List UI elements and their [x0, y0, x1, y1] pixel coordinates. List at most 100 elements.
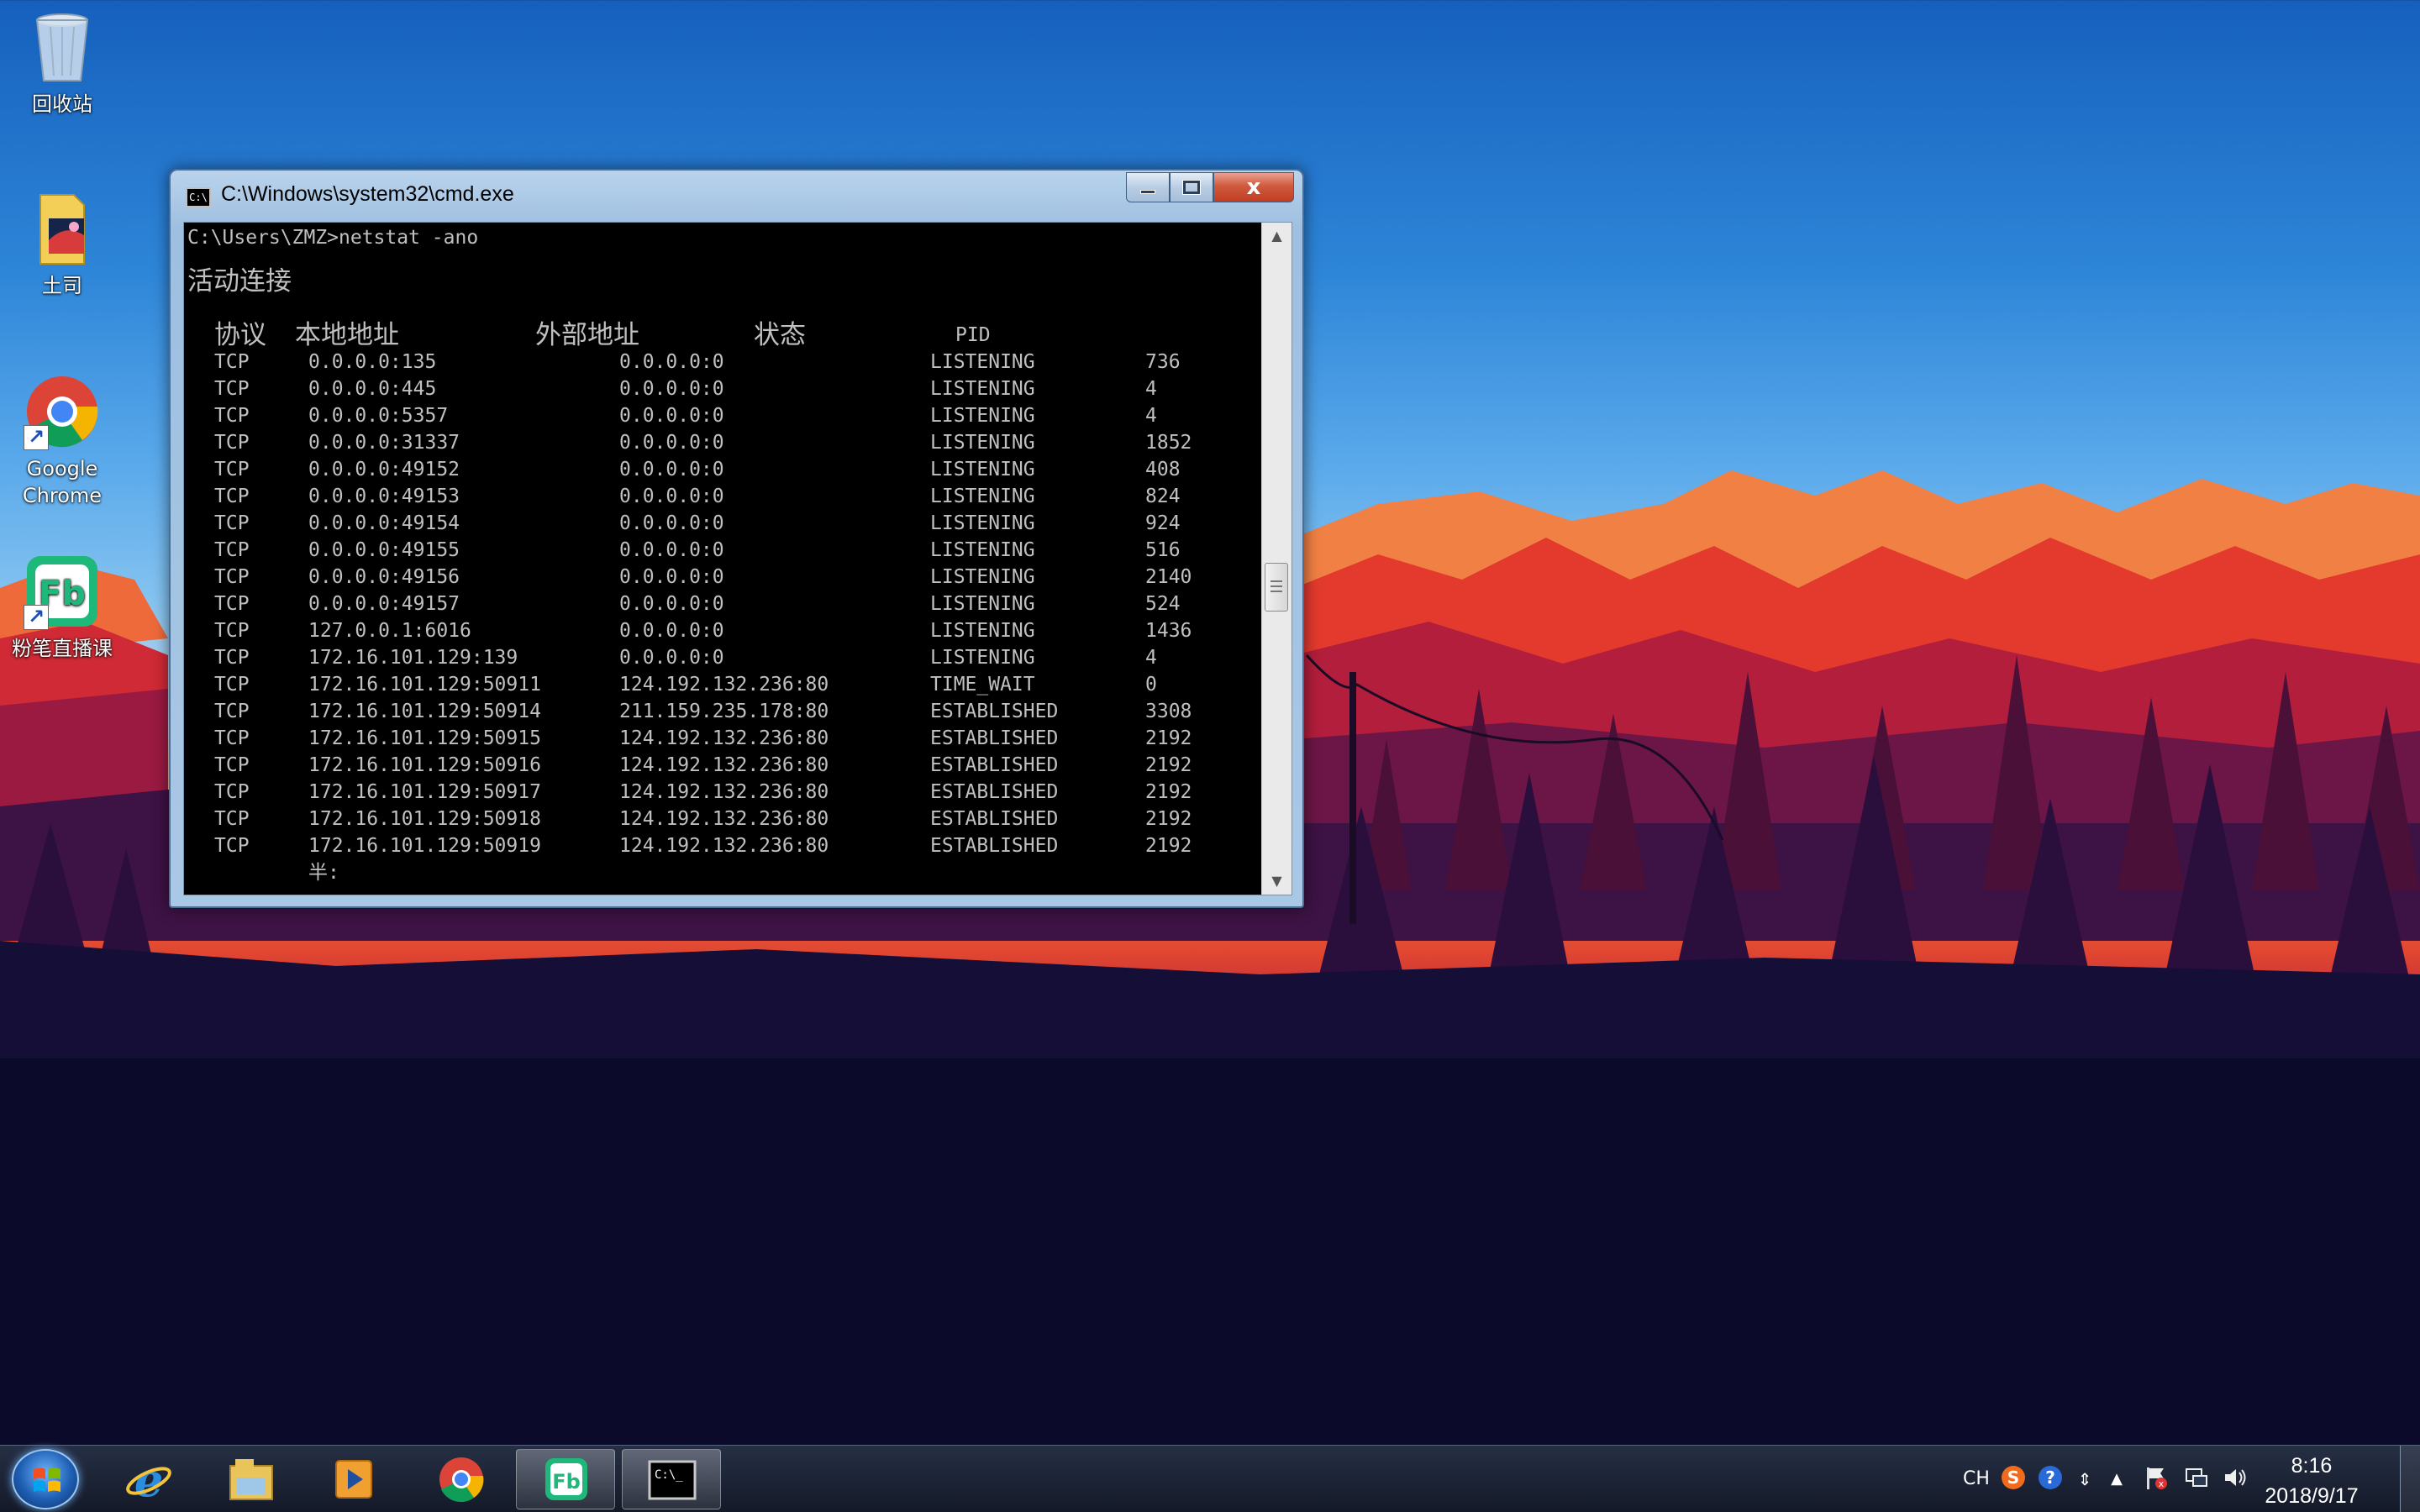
cell-proto: TCP	[214, 486, 250, 507]
cell-pid: 4	[1145, 405, 1157, 427]
table-row: TCP 0.0.0.0:31337 0.0.0.0:0 LISTENING 1852	[187, 429, 1255, 456]
cell-proto: TCP	[214, 701, 250, 722]
minimize-icon	[1140, 189, 1155, 194]
cell-state: LISTENING	[930, 647, 1035, 669]
cell-state: LISTENING	[930, 566, 1035, 588]
windows-logo-icon	[34, 1467, 60, 1492]
cell-state: LISTENING	[930, 378, 1035, 400]
close-button[interactable]: x	[1213, 172, 1294, 202]
console-area[interactable]: C:\Users\ZMZ>netstat -ano 活动连接 协议 本地地址 外…	[183, 222, 1292, 895]
start-button[interactable]	[12, 1449, 79, 1509]
cell-local: 0.0.0.0:31337	[308, 432, 460, 454]
cell-foreign: 0.0.0.0:0	[619, 378, 724, 400]
show-desktop-button[interactable]	[2400, 1446, 2420, 1512]
cell-proto: TCP	[214, 808, 250, 830]
cell-proto: TCP	[214, 647, 250, 669]
sogou-ime-icon[interactable]: S	[1998, 1464, 2028, 1494]
help-icon[interactable]: ?	[2035, 1464, 2065, 1494]
table-row: TCP 0.0.0.0:49152 0.0.0.0:0 LISTENING 408	[187, 456, 1255, 483]
scroll-thumb[interactable]	[1265, 563, 1288, 612]
cell-foreign: 0.0.0.0:0	[619, 405, 724, 427]
cell-proto: TCP	[214, 459, 250, 480]
cell-proto: TCP	[214, 674, 250, 696]
minimize-button[interactable]	[1126, 172, 1170, 202]
desktop-icon-fenbi[interactable]: Fb ↗ 粉笔直播课	[3, 553, 121, 662]
cell-pid: 2192	[1145, 727, 1192, 749]
cell-local: 172.16.101.129:50917	[308, 781, 541, 803]
header-proto: 协议	[214, 320, 266, 350]
taskbar-cmd-button[interactable]: C:\_	[622, 1449, 721, 1509]
action-center-flag-icon[interactable]: x	[2141, 1464, 2171, 1494]
cell-foreign: 0.0.0.0:0	[619, 486, 724, 507]
desktop-icon-label: 粉笔直播课	[12, 637, 113, 660]
cell-foreign: 0.0.0.0:0	[619, 593, 724, 615]
taskbar-chrome-button[interactable]	[412, 1449, 511, 1509]
system-clock[interactable]: 8:16 2018/9/17	[2249, 1451, 2375, 1511]
cell-foreign: 124.192.132.236:80	[619, 835, 829, 857]
table-row: TCP 172.16.101.129:50916 124.192.132.236:8…	[187, 752, 1255, 779]
cell-pid: 2192	[1145, 754, 1192, 776]
volume-icon[interactable]	[2220, 1464, 2250, 1494]
cell-state: LISTENING	[930, 593, 1035, 615]
table-row: TCP 172.16.101.129:50918 124.192.132.236:8…	[187, 806, 1255, 832]
table-row: TCP 172.16.101.129:50915 124.192.132.236:8…	[187, 725, 1255, 752]
cell-local: 172.16.101.129:139	[308, 647, 518, 669]
network-icon[interactable]	[2181, 1464, 2212, 1494]
scroll-up-arrow[interactable]: ▲	[1262, 223, 1292, 249]
taskbar-fenbi-button[interactable]: Fb	[516, 1449, 615, 1509]
table-row: TCP 0.0.0.0:49156 0.0.0.0:0 LISTENING 2140	[187, 564, 1255, 591]
cell-pid: 2192	[1145, 781, 1192, 803]
desktop-icon-folder[interactable]: 土司	[3, 190, 121, 299]
cell-state: LISTENING	[930, 405, 1035, 427]
window-titlebar[interactable]: C:\ C:\Windows\system32\cmd.exe x	[171, 171, 1302, 218]
cell-proto: TCP	[214, 727, 250, 749]
cell-pid: 2192	[1145, 808, 1192, 830]
cell-state: TIME_WAIT	[930, 674, 1035, 696]
taskbar-ie-button[interactable]: e	[99, 1449, 198, 1509]
chrome-icon: ↗	[24, 373, 101, 450]
header-pid: PID	[955, 324, 991, 346]
table-row: TCP 172.16.101.129:50917 124.192.132.236:8…	[187, 779, 1255, 806]
cell-pid: 736	[1145, 351, 1181, 373]
cell-state: LISTENING	[930, 539, 1035, 561]
cell-proto: TCP	[214, 378, 250, 400]
table-row: TCP 0.0.0.0:135 0.0.0.0:0 LISTENING 736	[187, 349, 1255, 375]
cell-local: 172.16.101.129:50916	[308, 754, 541, 776]
table-row: TCP 172.16.101.129:50919 124.192.132.236:8…	[187, 832, 1255, 859]
cmd-window[interactable]: C:\ C:\Windows\system32\cmd.exe x C:\Use…	[169, 169, 1304, 908]
fenbi-icon: Fb ↗	[24, 553, 101, 630]
language-indicator[interactable]: CH	[1960, 1464, 1993, 1494]
desktop-icon-google-chrome[interactable]: ↗ Google Chrome	[3, 373, 121, 509]
console-scrollbar[interactable]: ▲ ▼	[1261, 223, 1292, 895]
ime-mode-icon[interactable]: ⇕	[2072, 1464, 2097, 1494]
cell-proto: TCP	[214, 539, 250, 561]
table-row: TCP 0.0.0.0:49154 0.0.0.0:0 LISTENING 924	[187, 510, 1255, 537]
taskbar-explorer-button[interactable]	[202, 1449, 301, 1509]
caption-buttons: x	[1126, 172, 1294, 204]
cell-foreign: 211.159.235.178:80	[619, 701, 829, 722]
svg-text:Fb: Fb	[552, 1470, 581, 1494]
cell-state: LISTENING	[930, 351, 1035, 373]
cell-foreign: 124.192.132.236:80	[619, 727, 829, 749]
cell-state: LISTENING	[930, 486, 1035, 507]
desktop-icon-label: Google Chrome	[22, 457, 103, 507]
cell-pid: 0	[1145, 674, 1157, 696]
cell-foreign: 0.0.0.0:0	[619, 432, 724, 454]
table-row: TCP 0.0.0.0:49155 0.0.0.0:0 LISTENING 516	[187, 537, 1255, 564]
scroll-down-arrow[interactable]: ▼	[1262, 868, 1292, 895]
svg-text:e: e	[134, 1456, 163, 1503]
shortcut-arrow-icon: ↗	[24, 605, 49, 630]
show-hidden-icons-icon[interactable]: ▲	[2104, 1464, 2129, 1494]
section-title: 活动连接	[187, 266, 292, 297]
maximize-button[interactable]	[1170, 172, 1213, 202]
cell-proto: TCP	[214, 351, 250, 373]
desktop-icon-recycle-bin[interactable]: 回收站	[3, 8, 121, 118]
shortcut-arrow-icon: ↗	[24, 425, 49, 450]
cell-state: LISTENING	[930, 512, 1035, 534]
cell-local: 0.0.0.0:49152	[308, 459, 460, 480]
cell-local: 172.16.101.129:50918	[308, 808, 541, 830]
taskbar-media-player-button[interactable]	[304, 1449, 403, 1509]
cell-local: 172.16.101.129:50915	[308, 727, 541, 749]
cell-state: ESTABLISHED	[930, 781, 1059, 803]
header-state: 状态	[754, 320, 806, 350]
